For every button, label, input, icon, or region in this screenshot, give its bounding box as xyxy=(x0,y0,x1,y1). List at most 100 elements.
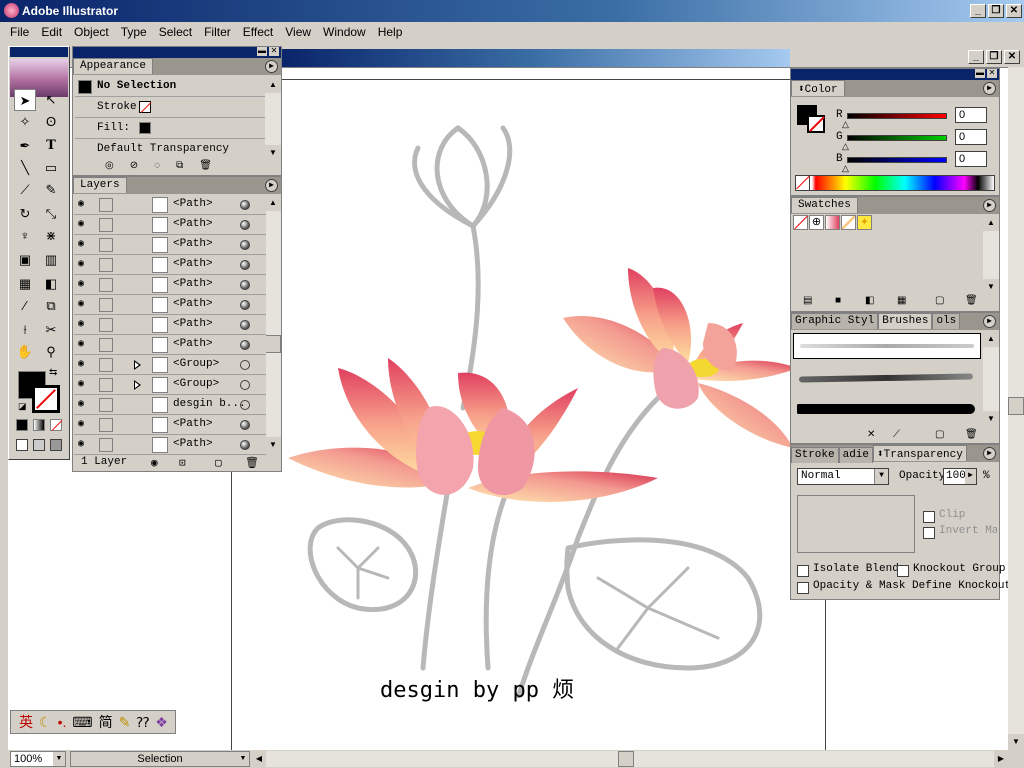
normal-screen-mode-icon[interactable] xyxy=(16,439,28,451)
blend-tool-icon[interactable]: ⧉ xyxy=(40,295,62,317)
pen-tool-icon[interactable]: ✒ xyxy=(14,135,36,157)
appearance-scroll-down[interactable]: ▼ xyxy=(265,145,281,161)
pencil-tool-icon[interactable]: ✎ xyxy=(40,179,62,201)
doc-restore-button[interactable]: ❐ xyxy=(986,50,1002,64)
visibility-eye-icon[interactable]: ◉ xyxy=(78,419,90,431)
lotus-artwork[interactable] xyxy=(278,108,798,698)
visibility-eye-icon[interactable]: ◉ xyxy=(78,339,90,351)
layers-scroll-thumb[interactable] xyxy=(265,335,281,353)
new-art-basic-appearance-icon[interactable]: ◎ xyxy=(105,160,114,174)
full-screen-menu-mode-icon[interactable] xyxy=(33,439,45,451)
target-circle-icon[interactable] xyxy=(240,220,250,230)
swatches-menu-icon[interactable]: ▶ xyxy=(983,199,996,212)
visibility-eye-icon[interactable]: ◉ xyxy=(78,319,90,331)
line-tool-icon[interactable]: ╲ xyxy=(14,157,36,179)
target-circle-icon[interactable] xyxy=(240,300,250,310)
ime-keyboard-icon[interactable]: ⌨ xyxy=(72,714,92,731)
lock-toggle[interactable] xyxy=(99,378,113,392)
transparency-menu-icon[interactable]: ▶ xyxy=(983,447,996,460)
lock-toggle[interactable] xyxy=(99,398,113,412)
blue-slider[interactable] xyxy=(847,157,947,163)
menu-window[interactable]: Window xyxy=(317,25,372,39)
target-circle-icon[interactable] xyxy=(240,280,250,290)
fill-row[interactable]: Fill: xyxy=(75,119,265,139)
graph-tool-icon[interactable]: ▥ xyxy=(40,249,62,271)
scale-tool-icon[interactable]: ⤡ xyxy=(40,203,62,225)
color-panel-close-icon[interactable]: ✕ xyxy=(987,69,997,78)
menu-filter[interactable]: Filter xyxy=(198,25,237,39)
swatch-pattern-a[interactable] xyxy=(841,215,856,230)
zoom-level-select[interactable]: 100% ▼ xyxy=(10,751,66,767)
rotate-tool-icon[interactable]: ↻ xyxy=(14,203,36,225)
gradient-tool-icon[interactable]: ◧ xyxy=(40,273,62,295)
delete-swatch-icon[interactable]: 🗑 xyxy=(965,295,978,306)
stroke-none-swatch[interactable] xyxy=(139,101,152,113)
free-transform-tool-icon[interactable]: ⋇ xyxy=(40,225,62,247)
layer-row[interactable]: ◉ <Path> xyxy=(74,215,266,235)
panel-close-icon[interactable]: ✕ xyxy=(269,47,279,56)
minimize-button[interactable]: _ xyxy=(970,4,986,18)
stroke-row[interactable]: Stroke: xyxy=(75,98,265,118)
lock-toggle[interactable] xyxy=(99,318,113,332)
ime-help-icon[interactable]: ⁇ xyxy=(136,714,149,731)
new-layer-icon[interactable]: ▢ xyxy=(215,456,222,470)
target-circle-icon[interactable] xyxy=(240,340,250,350)
status-dropdown-icon[interactable]: ▼ xyxy=(237,752,249,766)
default-transparency-row[interactable]: Default Transparency xyxy=(75,140,265,160)
lock-toggle[interactable] xyxy=(99,338,113,352)
red-slider[interactable] xyxy=(847,113,947,119)
symbol-sprayer-tool-icon[interactable]: ▣ xyxy=(14,249,36,271)
tab-symbols[interactable]: ols xyxy=(932,313,961,329)
appearance-scroll-up[interactable]: ▲ xyxy=(265,77,281,93)
brushes-scroll-up[interactable]: ▲ xyxy=(983,331,999,347)
canvas-vertical-scrollbar[interactable]: ▼ xyxy=(1008,67,1024,750)
toolbox-header[interactable] xyxy=(10,47,68,57)
doc-close-button[interactable]: ✕ xyxy=(1004,50,1020,64)
new-swatch-icon[interactable]: ▢ xyxy=(935,295,944,306)
hscroll-right-arrow[interactable]: ▶ xyxy=(994,751,1008,767)
lock-toggle[interactable] xyxy=(99,418,113,432)
menu-view[interactable]: View xyxy=(279,25,317,39)
fill-black-swatch[interactable] xyxy=(139,122,151,134)
hscroll-thumb[interactable] xyxy=(618,751,634,767)
red-slider-handle-icon[interactable]: △ xyxy=(842,119,849,130)
menu-select[interactable]: Select xyxy=(153,25,198,39)
target-circle-icon[interactable] xyxy=(240,440,250,450)
color-stroke-swatch[interactable] xyxy=(807,115,825,133)
color-spectrum-bar[interactable] xyxy=(795,175,995,191)
red-value-input[interactable]: 0 xyxy=(955,107,987,123)
lock-toggle[interactable] xyxy=(99,298,113,312)
make-clipping-mask-icon[interactable]: ◉ xyxy=(151,456,158,470)
magic-wand-tool-icon[interactable]: ✧ xyxy=(14,111,36,133)
gradient-mode-icon[interactable] xyxy=(33,419,45,431)
invert-mask-checkbox[interactable] xyxy=(923,527,935,539)
target-circle-icon[interactable] xyxy=(240,400,250,410)
layer-row[interactable]: ◉ <Path> xyxy=(74,255,266,275)
target-circle-icon[interactable] xyxy=(240,320,250,330)
layer-row[interactable]: ◉ <Path> xyxy=(74,315,266,335)
delete-item-icon[interactable]: 🗑 xyxy=(199,160,212,174)
canvas-scroll-down[interactable]: ▼ xyxy=(1008,734,1024,750)
ime-language-label[interactable]: 英 xyxy=(19,712,33,732)
color-mode-icon[interactable] xyxy=(16,419,28,431)
hand-tool-icon[interactable]: ✋ xyxy=(14,341,36,363)
target-circle-icon[interactable] xyxy=(240,240,250,250)
duplicate-item-icon[interactable]: ⧉ xyxy=(176,160,183,174)
brush-item-tapered[interactable] xyxy=(793,397,981,423)
expand-group-icon[interactable] xyxy=(134,360,141,370)
color-panel-header[interactable]: ▬ ✕ xyxy=(791,69,999,80)
blue-value-input[interactable]: 0 xyxy=(955,151,987,167)
menu-effect[interactable]: Effect xyxy=(237,25,279,39)
layer-row[interactable]: ◉ <Path> xyxy=(74,235,266,255)
menu-type[interactable]: Type xyxy=(115,25,153,39)
lock-toggle[interactable] xyxy=(99,218,113,232)
new-brush-icon[interactable]: ▢ xyxy=(935,429,944,440)
expand-group-icon[interactable] xyxy=(134,380,141,390)
none-mode-icon[interactable] xyxy=(50,419,63,431)
brushes-menu-icon[interactable]: ▶ xyxy=(983,315,996,328)
layer-row[interactable]: ◉ <Path> xyxy=(74,295,266,315)
ime-punctuation-icon[interactable]: •. xyxy=(58,714,67,730)
layer-row[interactable]: ◉ <Path> xyxy=(74,435,266,455)
lock-toggle[interactable] xyxy=(99,198,113,212)
canvas-vscroll-thumb[interactable] xyxy=(1008,397,1024,415)
